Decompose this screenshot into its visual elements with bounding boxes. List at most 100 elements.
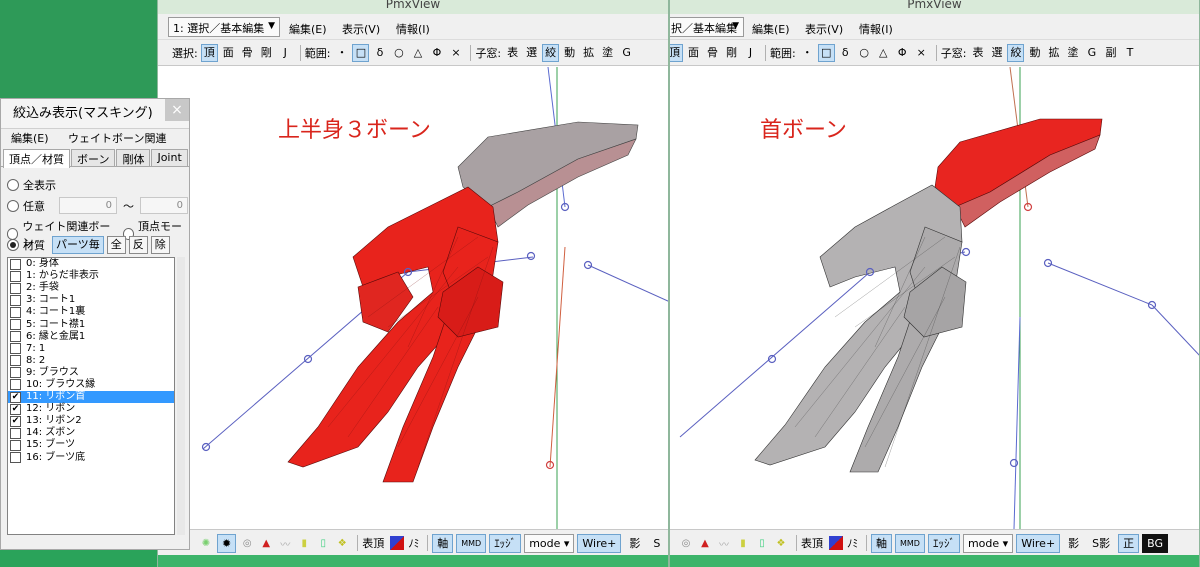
sun-icon[interactable]: ✹ (217, 533, 237, 553)
list-item[interactable]: 7: 1 (8, 343, 174, 355)
list-item[interactable]: 6: 縁と金属1 (8, 331, 174, 343)
material-checkbox[interactable] (10, 452, 21, 464)
option-any[interactable]: 任意 0 ～ 0 (7, 197, 188, 214)
triangle-icon[interactable]: ▲ (697, 538, 713, 549)
capsule-icon[interactable]: ▮ (296, 538, 312, 549)
list-item[interactable]: 16: ブーツ底 (8, 452, 174, 464)
edge-button[interactable]: ｴｯｼﾞ (927, 533, 960, 553)
s-shadow-button[interactable]: S影 (1087, 534, 1115, 553)
subwindow-button-4[interactable]: 拡 (580, 44, 597, 62)
axis-button[interactable]: 軸 (871, 533, 892, 553)
material-checkbox[interactable] (10, 319, 21, 331)
radio-material[interactable] (7, 239, 19, 251)
tab-vertex-material[interactable]: 頂点／材質 (3, 149, 70, 168)
material-checkbox[interactable] (10, 306, 21, 318)
range-mode-button-0[interactable]: ・ (799, 44, 816, 62)
parts-button[interactable]: パーツ毎 (52, 236, 104, 254)
subwindow-button-0[interactable]: 表 (504, 44, 521, 62)
mode-select[interactable]: 1: 選択／基本編集 ▼ (168, 17, 280, 37)
subwindow-button-8[interactable]: T (1121, 44, 1138, 62)
range-mode-button-1[interactable]: □ (817, 44, 835, 62)
select-all-button[interactable]: 全 (106, 236, 126, 254)
material-list-scrollbar[interactable] (177, 257, 185, 535)
select-mode-button-4[interactable]: J (277, 44, 294, 62)
invert-button[interactable]: 反 (128, 236, 148, 254)
select-mode-button-0[interactable]: 頂 (670, 44, 683, 62)
list-item[interactable]: 5: コート襟1 (8, 318, 174, 331)
range-mode-button-0[interactable]: ・ (333, 44, 350, 62)
material-checkbox[interactable] (10, 427, 21, 439)
subwindow-button-6[interactable]: G (1083, 44, 1100, 62)
list-item[interactable]: 1: からだ非表示 (8, 270, 174, 282)
list-item[interactable]: ✔ 12: リボン (8, 403, 174, 415)
color-swatch-icon[interactable] (829, 536, 843, 550)
target-icon[interactable]: ◎ (239, 538, 255, 549)
list-item[interactable]: 0: 身体 (8, 258, 174, 270)
select-mode-button-2[interactable]: 骨 (704, 44, 721, 62)
list-item[interactable]: 15: ブーツ (8, 439, 174, 451)
wave-icon[interactable]: 〰 (716, 536, 732, 551)
capsule-green-icon[interactable]: ▯ (754, 538, 770, 549)
material-checkbox[interactable] (10, 270, 21, 282)
range-mode-button-5[interactable]: Φ (428, 44, 445, 62)
hyochou-label[interactable]: 表頂 (801, 535, 823, 551)
subwindow-button-1[interactable]: 選 (988, 44, 1005, 62)
list-item[interactable]: ✔ 11: リボン首 (8, 391, 174, 404)
bg-button[interactable]: BG (1142, 533, 1169, 553)
axis-button[interactable]: 軸 (432, 533, 454, 553)
hyochou-label[interactable]: 表頂 (362, 535, 384, 551)
edge-button[interactable]: ｴｯｼﾞ (489, 533, 522, 553)
material-list[interactable]: 0: 身体 1: からだ非表示 2: 手袋 3: コート1 4: コート1裏 5: コート… (7, 257, 175, 535)
close-icon[interactable]: × (165, 99, 189, 121)
list-item[interactable]: 3: コート1 (8, 294, 174, 306)
option-material[interactable]: 材質 パーツ毎 全 反 除 (7, 236, 170, 254)
range-mode-button-6[interactable]: × (447, 44, 464, 62)
material-checkbox[interactable] (10, 355, 21, 367)
wire-button[interactable]: Wire+ (577, 533, 622, 553)
select-mode-button-1[interactable]: 面 (685, 44, 702, 62)
select-mode-button-3[interactable]: 剛 (258, 44, 275, 62)
material-checkbox[interactable] (10, 282, 21, 294)
mmd-button[interactable]: MMD (456, 533, 487, 553)
list-item[interactable]: ✔ 13: リボン2 (8, 415, 174, 427)
range-mode-button-4[interactable]: △ (409, 44, 426, 62)
material-checkbox[interactable]: ✔ (10, 415, 21, 427)
mode-dropdown[interactable]: mode ▾ (962, 533, 1014, 553)
list-item[interactable]: 4: コート1裏 (8, 306, 174, 318)
3d-viewport[interactable]: 上半身３ボーン (158, 67, 668, 529)
menu-info[interactable]: 情報(I) (396, 21, 430, 37)
material-checkbox[interactable] (10, 439, 21, 451)
tab-joint[interactable]: Joint (151, 149, 188, 166)
range-mode-button-5[interactable]: Φ (894, 44, 911, 62)
select-mode-button-4[interactable]: J (742, 44, 759, 62)
range-mode-button-3[interactable]: ○ (856, 44, 873, 62)
option-show-all[interactable]: 全表示 (7, 177, 56, 193)
range-from-field[interactable]: 0 (59, 197, 117, 214)
material-checkbox[interactable]: ✔ (10, 391, 21, 403)
wave-icon[interactable]: 〰 (277, 536, 293, 551)
range-to-field[interactable]: 0 (140, 197, 188, 214)
triangle-icon[interactable]: ▲ (258, 538, 274, 549)
range-mode-button-1[interactable]: □ (352, 44, 370, 62)
list-item[interactable]: 9: ブラウス (8, 367, 174, 379)
range-mode-button-4[interactable]: △ (875, 44, 892, 62)
capsule-green-icon[interactable]: ▯ (315, 538, 331, 549)
radio-show-all[interactable] (7, 179, 19, 191)
subwindow-button-4[interactable]: 拡 (1045, 44, 1062, 62)
mi-label[interactable]: ﾉﾐ (408, 535, 419, 551)
select-mode-button-1[interactable]: 面 (220, 44, 237, 62)
list-item[interactable]: 10: ブラウス縁 (8, 379, 174, 391)
subwindow-button-3[interactable]: 動 (1026, 44, 1043, 62)
subwindow-button-5[interactable]: 塗 (599, 44, 616, 62)
ortho-button[interactable]: 正 (1118, 533, 1140, 553)
3d-viewport[interactable]: 首ボーン (670, 67, 1199, 529)
menu-edit[interactable]: 編集(E) (289, 21, 327, 37)
wire-button[interactable]: Wire+ (1016, 533, 1061, 553)
material-checkbox[interactable] (10, 379, 21, 391)
subwindow-button-1[interactable]: 選 (523, 44, 540, 62)
list-item[interactable]: 14: ズボン (8, 427, 174, 439)
exclude-button[interactable]: 除 (150, 236, 170, 254)
menu-view[interactable]: 表示(V) (342, 21, 380, 37)
select-mode-button-3[interactable]: 剛 (723, 44, 740, 62)
material-checkbox[interactable] (10, 331, 21, 343)
